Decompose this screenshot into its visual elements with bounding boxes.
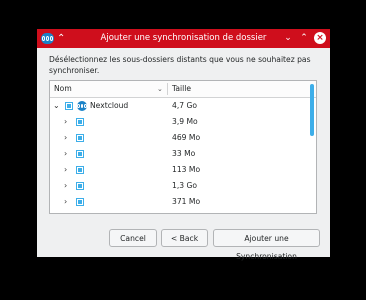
expand-chevron-icon[interactable]: › bbox=[64, 178, 67, 194]
cancel-button[interactable]: Cancel bbox=[109, 229, 157, 247]
folder-checkbox[interactable] bbox=[76, 182, 84, 190]
column-divider[interactable] bbox=[167, 83, 168, 95]
folder-checkbox[interactable] bbox=[76, 198, 84, 206]
folder-size: 33 Mo bbox=[172, 149, 196, 158]
back-button[interactable]: < Back bbox=[161, 229, 208, 247]
dialog-window: ⌃ Ajouter une synchronisation de dossier… bbox=[37, 29, 330, 261]
collapse-chevron-icon[interactable]: ⌄ bbox=[53, 98, 60, 114]
tree-row[interactable]: › 371 Mo bbox=[50, 194, 308, 210]
folder-checkbox[interactable] bbox=[76, 134, 84, 142]
expand-chevron-icon[interactable]: › bbox=[64, 162, 67, 178]
maximize-button[interactable]: ⌃ bbox=[298, 31, 310, 46]
add-sync-button[interactable]: Ajouter une Synchronisation bbox=[213, 229, 320, 261]
close-button[interactable]: × bbox=[314, 32, 326, 44]
tree-scrollbar[interactable] bbox=[310, 84, 314, 136]
folder-name: Nextcloud bbox=[90, 101, 129, 110]
tree-row[interactable]: › 469 Mo bbox=[50, 130, 308, 146]
tree-row[interactable]: › 113 Mo bbox=[50, 162, 308, 178]
folder-checkbox[interactable] bbox=[76, 118, 84, 126]
expand-chevron-icon[interactable]: › bbox=[64, 114, 67, 130]
folder-size: 113 Mo bbox=[172, 165, 201, 174]
minimize-button[interactable]: ⌄ bbox=[282, 31, 294, 46]
folder-size: 371 Mo bbox=[172, 197, 201, 206]
instruction-text: Désélectionnez les sous-dossiers distant… bbox=[49, 55, 311, 75]
column-header-size[interactable]: Taille bbox=[172, 81, 191, 97]
folder-size: 4,7 Go bbox=[172, 101, 198, 110]
tree-row-root[interactable]: ⌄ Nextcloud 4,7 Go bbox=[50, 98, 308, 114]
folder-tree: Nom ⌄ Taille ⌄ Nextcloud 4,7 Go › 3,9 Mo… bbox=[49, 80, 317, 214]
title-bar: ⌃ Ajouter une synchronisation de dossier… bbox=[37, 29, 330, 48]
folder-size: 1,3 Go bbox=[172, 181, 198, 190]
expand-chevron-icon[interactable]: › bbox=[64, 146, 67, 162]
folder-size: 469 Mo bbox=[172, 133, 201, 142]
column-header-name[interactable]: Nom bbox=[54, 81, 72, 97]
tree-row[interactable]: › 3,9 Mo bbox=[50, 114, 308, 130]
folder-size: 3,9 Mo bbox=[172, 117, 198, 126]
folder-checkbox[interactable] bbox=[65, 102, 73, 110]
sort-chevron-icon[interactable]: ⌄ bbox=[157, 81, 163, 97]
expand-chevron-icon[interactable]: › bbox=[64, 130, 67, 146]
tree-row[interactable]: › 1,3 Go bbox=[50, 178, 308, 194]
folder-checkbox[interactable] bbox=[76, 166, 84, 174]
tree-header: Nom ⌄ Taille bbox=[50, 81, 316, 98]
expand-chevron-icon[interactable]: › bbox=[64, 194, 67, 210]
tree-row[interactable]: › 33 Mo bbox=[50, 146, 308, 162]
folder-checkbox[interactable] bbox=[76, 150, 84, 158]
nextcloud-folder-icon bbox=[77, 101, 87, 111]
